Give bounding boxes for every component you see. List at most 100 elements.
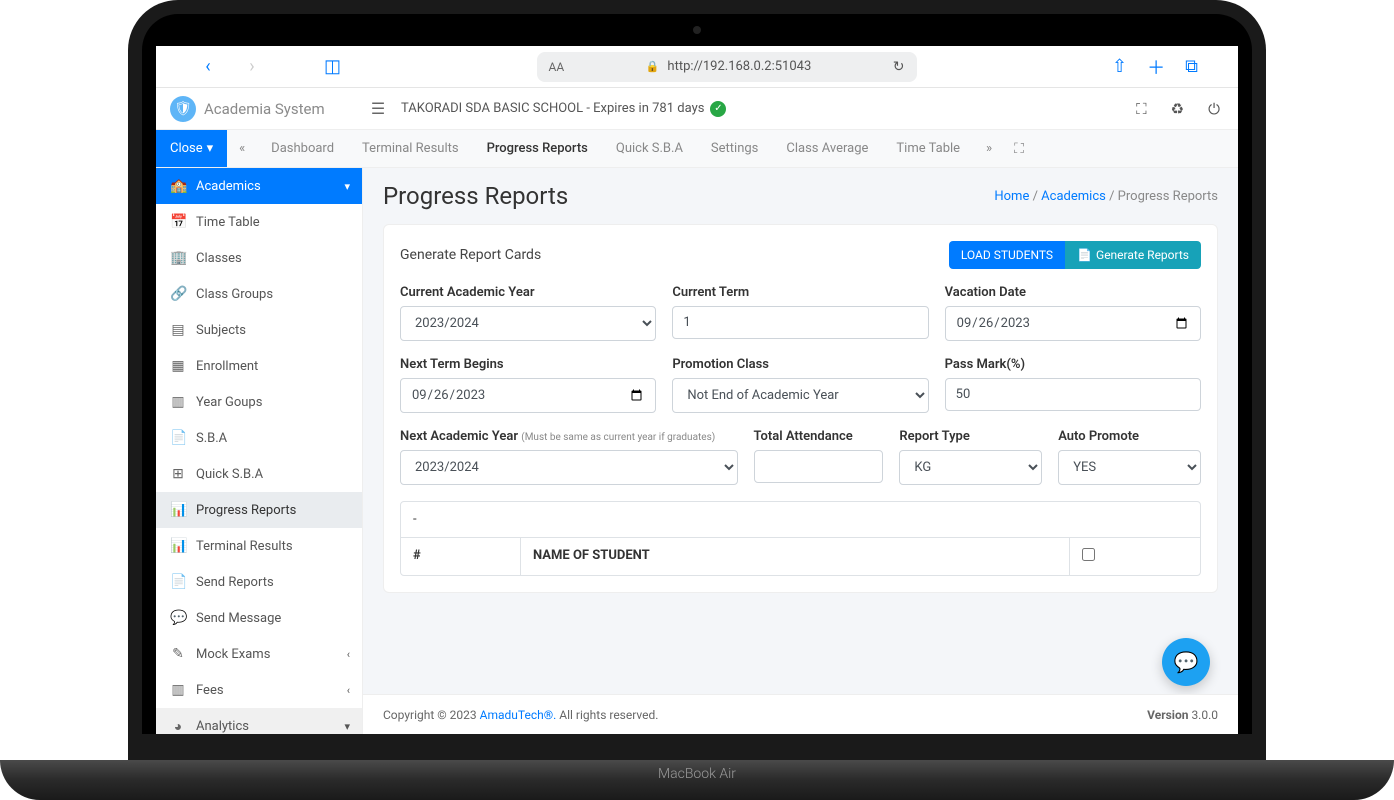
report-type-select[interactable]: KG	[899, 450, 1042, 485]
plus-square-icon: ⊞	[170, 466, 186, 482]
auto-promote-select[interactable]: YES	[1058, 450, 1201, 485]
field-attendance: Total Attendance	[754, 429, 884, 485]
share-icon[interactable]: ⇧	[1112, 56, 1127, 77]
tab-terminal-results[interactable]: Terminal Results	[348, 141, 473, 156]
breadcrumb-home[interactable]: Home	[994, 189, 1029, 204]
refresh-icon[interactable]: ↻	[893, 59, 905, 75]
sidebar-item-analytics[interactable]: ◕Analytics▾	[156, 708, 362, 734]
message-icon: 💬	[170, 610, 186, 626]
reading-list-icon[interactable]: ◫	[324, 56, 341, 77]
calendar-icon: 📅	[170, 214, 186, 230]
tab-time-table[interactable]: Time Table	[882, 141, 974, 156]
form-row-3: Next Academic Year (Must be same as curr…	[400, 429, 1201, 485]
screen: ‹ › ◫ AA 🔒 http://192.168.0.2:51043 ↻ ⇧ …	[156, 46, 1238, 734]
tab-dashboard[interactable]: Dashboard	[257, 141, 348, 156]
file-icon: 📄	[170, 430, 186, 446]
sidebar-item-subjects[interactable]: ▤Subjects	[156, 312, 362, 348]
vacation-date-input[interactable]	[945, 306, 1201, 341]
form-row-1: Current Academic Year 2023/2024 Current …	[400, 285, 1201, 341]
file-icon: 📄	[170, 574, 186, 590]
tabs-icon[interactable]: ⧉	[1185, 56, 1198, 77]
forward-button[interactable]: ›	[240, 56, 264, 77]
sidebar-item-enrollment[interactable]: ▦Enrollment	[156, 348, 362, 384]
promotion-select[interactable]: Not End of Academic Year	[672, 378, 928, 413]
power-icon[interactable]: ⏻	[1208, 100, 1220, 118]
tab-settings[interactable]: Settings	[697, 141, 772, 156]
brand-text: Academia System	[204, 100, 325, 118]
next-term-input[interactable]	[400, 378, 656, 413]
load-students-button[interactable]: LOAD STUDENTS	[949, 241, 1065, 269]
text-size-control[interactable]: AA	[549, 60, 565, 74]
building-icon: 🏢	[170, 250, 186, 266]
chevron-left-icon: ‹	[347, 684, 350, 697]
header-tools: ⛶ ♻ ⏻	[1136, 100, 1238, 118]
page-title: Progress Reports	[383, 182, 568, 210]
attendance-input[interactable]	[754, 450, 884, 483]
sidebar-section-academics[interactable]: 🏫 Academics ▾	[156, 168, 362, 204]
sidebar-item-send-reports[interactable]: 📄Send Reports	[156, 564, 362, 600]
breadcrumb-academics[interactable]: Academics	[1041, 189, 1106, 204]
address-bar[interactable]: AA 🔒 http://192.168.0.2:51043 ↻	[537, 52, 917, 82]
report-card-panel: Generate Report Cards LOAD STUDENTS 📄Gen…	[383, 224, 1218, 593]
device-brand: MacBook Air	[658, 766, 736, 782]
footer-brand-link[interactable]: AmaduTech®.	[480, 708, 557, 722]
breadcrumb-current: Progress Reports	[1118, 189, 1218, 204]
tab-progress-reports[interactable]: Progress Reports	[473, 141, 602, 156]
sidebar-item-fees[interactable]: ▥Fees‹	[156, 672, 362, 708]
current-year-select[interactable]: 2023/2024	[400, 306, 656, 341]
sidebar-item-timetable[interactable]: 📅Time Table	[156, 204, 362, 240]
layers-icon: ▥	[170, 394, 186, 410]
footer: Copyright © 2023 AmaduTech®. All rights …	[363, 694, 1238, 734]
back-button[interactable]: ‹	[196, 56, 220, 77]
tab-scroll-right[interactable]: »	[974, 141, 1004, 156]
book-icon: ▤	[170, 322, 186, 338]
field-next-year: Next Academic Year (Must be same as curr…	[400, 429, 738, 485]
sidebar-item-mock-exams[interactable]: ✎Mock Exams‹	[156, 636, 362, 672]
field-current-term: Current Term	[672, 285, 928, 341]
chevron-down-icon: ▾	[344, 180, 350, 193]
sidebar-item-send-message[interactable]: 💬Send Message	[156, 600, 362, 636]
sidebar-item-terminal-results[interactable]: 📊Terminal Results	[156, 528, 362, 564]
sidebar-item-class-groups[interactable]: 🔗Class Groups	[156, 276, 362, 312]
chevron-down-icon: ▾	[344, 720, 350, 733]
brand-shield-icon: 🛡	[170, 96, 196, 122]
chat-button[interactable]: 💬	[1162, 638, 1210, 686]
browser-toolbar: ‹ › ◫ AA 🔒 http://192.168.0.2:51043 ↻ ⇧ …	[156, 46, 1238, 88]
table-icon: ▦	[170, 358, 186, 374]
pass-mark-input[interactable]	[945, 378, 1201, 411]
generate-reports-button[interactable]: 📄Generate Reports	[1065, 241, 1201, 269]
expand-icon[interactable]: ⛶	[1004, 141, 1034, 157]
status-check-icon: ✓	[710, 101, 726, 117]
tab-scroll-left[interactable]: «	[227, 141, 257, 156]
select-all-checkbox[interactable]	[1082, 548, 1095, 561]
sidebar-item-sba[interactable]: 📄S.B.A	[156, 420, 362, 456]
chart-icon: 📊	[170, 538, 186, 554]
tab-class-average[interactable]: Class Average	[772, 141, 882, 156]
field-current-year: Current Academic Year 2023/2024	[400, 285, 656, 341]
camera-notch	[693, 26, 701, 34]
school-status: TAKORADI SDA BASIC SCHOOL - Expires in 7…	[393, 101, 1136, 117]
fullscreen-icon[interactable]: ⛶	[1136, 100, 1147, 118]
current-term-input[interactable]	[672, 306, 928, 339]
sidebar-item-classes[interactable]: 🏢Classes	[156, 240, 362, 276]
file-icon: 📄	[1077, 248, 1092, 262]
new-tab-icon[interactable]: ＋	[1147, 54, 1165, 80]
school-status-text: TAKORADI SDA BASIC SCHOOL - Expires in 7…	[401, 101, 704, 116]
field-promotion: Promotion Class Not End of Academic Year	[672, 357, 928, 413]
device-frame: ‹ › ◫ AA 🔒 http://192.168.0.2:51043 ↻ ⇧ …	[0, 0, 1394, 800]
table-dash: -	[401, 502, 1200, 537]
sidebar-item-progress-reports[interactable]: 📊Progress Reports	[156, 492, 362, 528]
recycle-icon[interactable]: ♻	[1171, 100, 1184, 118]
app-body: 🏫 Academics ▾ 📅Time Table 🏢Classes 🔗Clas…	[156, 168, 1238, 734]
next-year-select[interactable]: 2023/2024	[400, 450, 738, 485]
tab-quick-sba[interactable]: Quick S.B.A	[602, 141, 697, 156]
hamburger-icon[interactable]: ☰	[363, 99, 393, 118]
close-button[interactable]: Close ▾	[156, 130, 227, 167]
card-icon: ▥	[170, 682, 186, 698]
sidebar-item-quick-sba[interactable]: ⊞Quick S.B.A	[156, 456, 362, 492]
main-content: Progress Reports Home / Academics / Prog…	[363, 168, 1238, 734]
sidebar-item-year-groups[interactable]: ▥Year Goups	[156, 384, 362, 420]
laptop-base: MacBook Air	[0, 760, 1394, 800]
sidebar: 🏫 Academics ▾ 📅Time Table 🏢Classes 🔗Clas…	[156, 168, 363, 734]
laptop-bezel: ‹ › ◫ AA 🔒 http://192.168.0.2:51043 ↻ ⇧ …	[128, 0, 1266, 780]
